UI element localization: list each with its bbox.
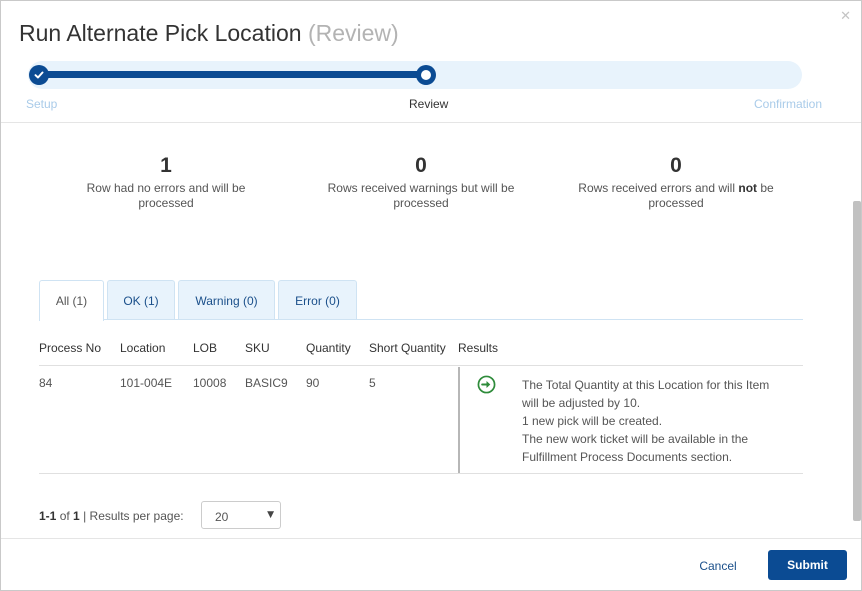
summary-desc-line: processed [648, 196, 704, 210]
per-page-value: 20 [215, 510, 229, 524]
results-column-separator [458, 367, 460, 473]
results-per-page-select[interactable]: 20 ▼ [201, 501, 281, 529]
step-label-setup: Setup [26, 97, 58, 111]
stepper-fill [28, 61, 440, 89]
column-header-results[interactable]: Results [458, 341, 498, 355]
result-line: The new work ticket will be available in… [522, 432, 749, 446]
column-header-location[interactable]: Location [120, 341, 165, 355]
summary-desc-line: Row had no errors and will be [86, 181, 246, 195]
step-review-dot [416, 65, 436, 85]
summary-warnings: 0 Rows received warnings but will be pro… [306, 153, 536, 211]
summary-desc-text: be [757, 181, 774, 195]
per-page-label: | Results per page: [83, 509, 184, 523]
summary-desc-line: processed [138, 196, 194, 210]
tab-warning[interactable]: Warning (0) [178, 280, 275, 320]
summary-processed: 1 Row had no errors and will be processe… [51, 153, 281, 211]
step-label-review: Review [409, 97, 449, 111]
summary-desc-text: Rows received errors and will [578, 181, 739, 195]
summary-description: Row had no errors and will be processed [51, 181, 281, 211]
footer-divider [1, 538, 861, 539]
summary-desc-bold: not [738, 181, 758, 195]
result-line: The Total Quantity at this Location for … [522, 378, 770, 392]
pagination-total: 1 [73, 509, 80, 523]
column-header-process-no[interactable]: Process No [39, 341, 101, 355]
dialog-title-suffix: (Review) [307, 20, 399, 46]
dialog-title-text: Run Alternate Pick Location [19, 20, 302, 46]
cell-short-quantity: 5 [369, 376, 376, 390]
step-label-confirmation: Confirmation [754, 97, 823, 111]
cell-sku: BASIC9 [245, 376, 288, 390]
progress-stepper [28, 61, 802, 89]
cancel-button[interactable]: Cancel [687, 553, 749, 579]
pagination-range: 1-1 [39, 509, 57, 523]
column-header-sku[interactable]: SKU [245, 341, 270, 355]
arrow-right-circle-icon [477, 375, 496, 394]
summary-count: 0 [415, 154, 427, 177]
pagination-info: 1-1 of 1 | Results per page: [39, 509, 184, 523]
column-header-lob[interactable]: LOB [193, 341, 217, 355]
summary-count: 0 [670, 154, 682, 177]
table-header-divider [39, 365, 803, 366]
summary-desc-line: processed [393, 196, 449, 210]
cell-quantity: 90 [306, 376, 320, 390]
summary-description: Rows received errors and will not be pro… [561, 181, 791, 211]
column-header-short-quantity[interactable]: Short Quantity [369, 341, 446, 355]
header-divider [1, 122, 861, 123]
summary-errors: 0 Rows received errors and will not be p… [561, 153, 791, 211]
summary-desc-line: Rows received warnings but will be [327, 181, 515, 195]
tab-ok[interactable]: OK (1) [107, 280, 175, 320]
result-line: 1 new pick will be created. [522, 414, 663, 428]
active-tab-gap [40, 319, 103, 320]
content-scrollbar[interactable] [853, 201, 861, 521]
step-setup-check-icon [29, 65, 49, 85]
tab-all[interactable]: All (1) [39, 280, 104, 321]
column-header-quantity[interactable]: Quantity [306, 341, 351, 355]
summary-description: Rows received warnings but will be proce… [306, 181, 536, 211]
cell-process-no: 84 [39, 376, 53, 390]
cell-location: 101-004E [120, 376, 173, 390]
submit-button[interactable]: Submit [768, 550, 847, 580]
tabs-underline [39, 319, 803, 320]
cell-lob: 10008 [193, 376, 227, 390]
cell-results: The Total Quantity at this Location for … [522, 376, 802, 466]
close-icon[interactable]: ✕ [840, 9, 851, 24]
stepper-fill-bar [38, 71, 428, 78]
tab-error[interactable]: Error (0) [278, 280, 357, 320]
summary-desc-line: Rows received errors and will not be [561, 181, 791, 196]
chevron-down-icon: ▼ [267, 510, 274, 520]
result-line: Fulfillment Process Documents section. [522, 450, 733, 464]
summary-count: 1 [160, 154, 172, 177]
pagination-of: of [59, 509, 70, 523]
result-line: will be adjusted by 10. [522, 396, 641, 410]
dialog-title: Run Alternate Pick Location (Review) [19, 20, 399, 47]
table-row-divider [39, 473, 803, 474]
alternate-pick-dialog: ✕ Run Alternate Pick Location (Review) S… [0, 0, 862, 591]
